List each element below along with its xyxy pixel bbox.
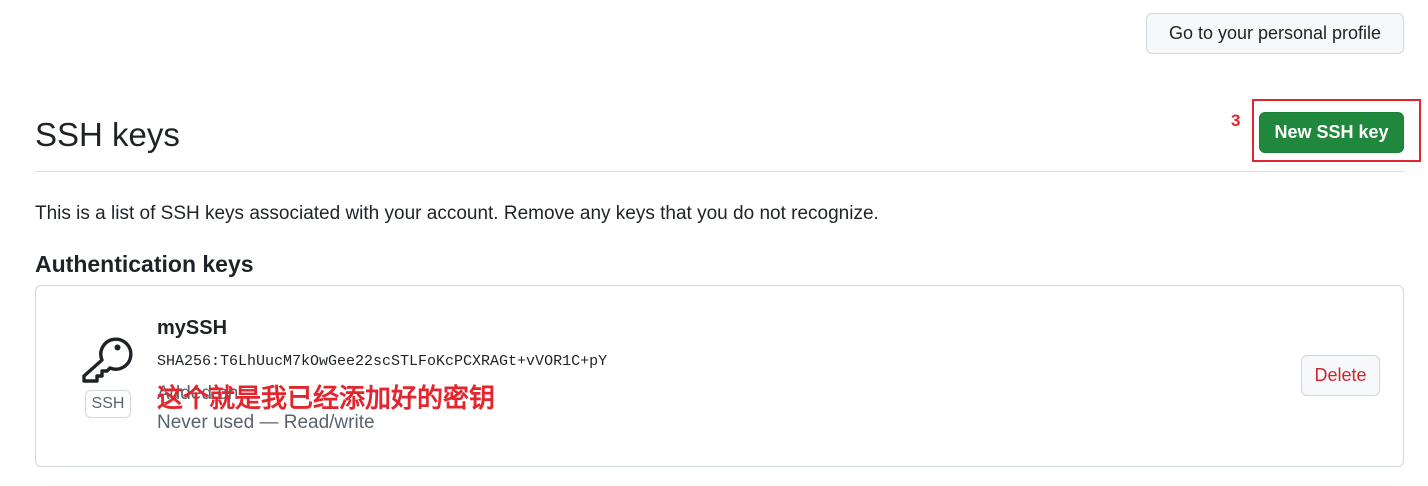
key-title: mySSH xyxy=(157,317,228,339)
annotation-step-number: 3 xyxy=(1231,111,1241,130)
ssh-keys-page: Go to your personal profile 3 New SSH ke… xyxy=(0,0,1428,486)
ssh-type-badge: SSH xyxy=(85,390,131,418)
key-usage: Never used — Read/write xyxy=(157,412,375,433)
authentication-keys-heading: Authentication keys xyxy=(35,251,254,277)
page-description: This is a list of SSH keys associated wi… xyxy=(35,203,879,224)
page-title: SSH keys xyxy=(35,116,180,153)
new-ssh-key-button[interactable]: New SSH key xyxy=(1259,112,1404,153)
go-to-profile-button[interactable]: Go to your personal profile xyxy=(1146,13,1404,54)
key-icon xyxy=(82,337,133,383)
annotation-key-note: 这个就是我已经添加好的密钥 xyxy=(157,384,496,414)
delete-key-button[interactable]: Delete xyxy=(1301,355,1380,396)
key-fingerprint: SHA256:T6LhUucM7kOwGee22scSTLFoKcPCXRAGt… xyxy=(157,353,608,370)
title-divider xyxy=(35,171,1404,172)
ssh-key-list-item: SSH mySSH SHA256:T6LhUucM7kOwGee22scSTLF… xyxy=(35,285,1404,467)
